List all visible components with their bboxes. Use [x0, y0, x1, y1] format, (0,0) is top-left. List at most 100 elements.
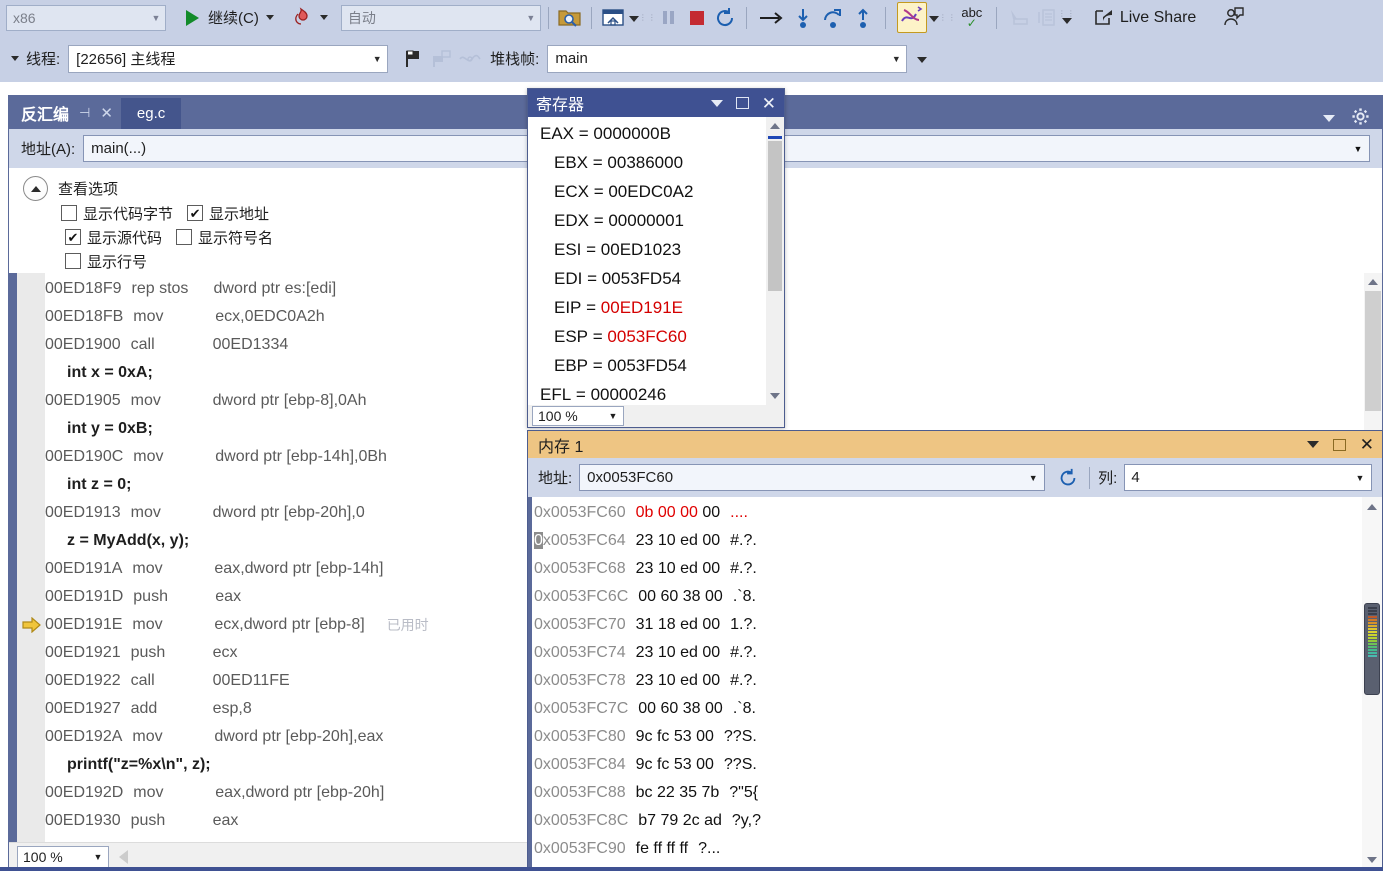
- memory-row[interactable]: 0x0053FC84 9c fc 53 00 ??S.: [528, 751, 1382, 779]
- toolbar-overflow-icon-2[interactable]: ⋮⋮: [939, 14, 956, 22]
- step-out-icon[interactable]: [848, 4, 878, 32]
- register-row[interactable]: EIP = 00ED191E: [528, 293, 784, 322]
- zoom-combo[interactable]: 100 % ▼: [17, 845, 109, 868]
- scroll-thumb-segment: [1367, 637, 1377, 639]
- chevron-up-icon[interactable]: [23, 176, 48, 201]
- chevron-down-icon[interactable]: ▼: [1022, 473, 1044, 483]
- checkbox-show-line-numbers[interactable]: [65, 253, 81, 269]
- register-row[interactable]: ESI = 00ED1023: [528, 235, 784, 264]
- debug-type-combo[interactable]: 自动 ▼: [340, 4, 541, 31]
- register-row[interactable]: EAX = 0000000B: [528, 119, 784, 148]
- memory-row[interactable]: 0x0053FC74 23 10 ed 00 #.?.: [528, 639, 1382, 667]
- registers-zoom-combo[interactable]: 100 % ▼: [532, 406, 624, 426]
- arrow-right-icon[interactable]: [754, 4, 788, 32]
- register-row[interactable]: ECX = 00EDC0A2: [528, 177, 784, 206]
- thread-combo[interactable]: [22656] 主线程 ▼: [68, 44, 389, 73]
- register-row[interactable]: ESP = 0053FC60: [528, 322, 784, 351]
- register-row[interactable]: EDX = 00000001: [528, 206, 784, 235]
- gear-icon[interactable]: [1351, 107, 1370, 129]
- share-icon[interactable]: [1090, 4, 1118, 32]
- chevron-down-icon[interactable]: ▼: [1349, 473, 1371, 483]
- scroll-down-icon[interactable]: [766, 387, 784, 405]
- memory-dump-area[interactable]: 0x0053FC60 0b 00 00 00.... 0x0053FC64 23 10…: [528, 497, 1382, 870]
- restart-icon[interactable]: [711, 4, 739, 32]
- step-over-icon[interactable]: [818, 4, 848, 32]
- step-into-icon[interactable]: [788, 4, 818, 32]
- memory-row[interactable]: 0x0053FC68 23 10 ed 00 #.?.: [528, 555, 1382, 583]
- pin-icon[interactable]: ⊣: [79, 105, 90, 121]
- pause-icon[interactable]: [655, 4, 683, 32]
- folder-search-icon[interactable]: [556, 4, 584, 32]
- parallel-watch-icon[interactable]: [456, 45, 484, 73]
- pointer-icon[interactable]: [1004, 4, 1032, 32]
- registers-scrollbar[interactable]: [766, 117, 784, 405]
- memory-row[interactable]: 0x0053FC6C 00 60 38 00 .`8.: [528, 583, 1382, 611]
- maximize-icon[interactable]: [735, 97, 749, 109]
- instruction-address: 00ED192D: [45, 784, 124, 801]
- memory-row[interactable]: 0x0053FC88 bc 22 35 7b ?"5{: [528, 779, 1382, 807]
- memory-columns-combo[interactable]: 4 ▼: [1124, 464, 1372, 491]
- scroll-thumb[interactable]: [768, 141, 782, 291]
- memory-row[interactable]: 0x0053FC7C 00 60 38 00 .`8.: [528, 695, 1382, 723]
- memory-row[interactable]: 0x0053FC60 0b 00 00 00....: [528, 499, 1382, 527]
- checkbox-show-symbol-names[interactable]: [176, 229, 193, 245]
- stack-frame-combo[interactable]: main ▼: [547, 44, 908, 73]
- register-row[interactable]: EBP = 0053FD54: [528, 351, 784, 380]
- tab-eg-c[interactable]: eg.c: [120, 98, 182, 129]
- continue-play-icon[interactable]: [178, 4, 206, 32]
- abc-check-icon[interactable]: abc ✓: [955, 4, 989, 32]
- memory-row[interactable]: 0x0053FC8C b7 79 2c ad ?y,?: [528, 807, 1382, 835]
- instruction-address: 00ED1913: [45, 504, 121, 521]
- memory-row[interactable]: 0x0053FC78 23 10 ed 00 #.?.: [528, 667, 1382, 695]
- continue-button[interactable]: 继续(C): [206, 4, 261, 32]
- scroll-up-icon[interactable]: [1364, 273, 1382, 291]
- chevron-down-icon[interactable]: [710, 99, 723, 107]
- toolbar-overflow-icon[interactable]: ⋮⋮: [639, 14, 656, 22]
- continue-dropdown-icon[interactable]: [261, 4, 279, 32]
- chevron-down-icon[interactable]: [1306, 441, 1319, 448]
- stop-icon[interactable]: [683, 4, 711, 32]
- memory-row[interactable]: 0x0053FC70 31 18 ed 00 1.?.: [528, 611, 1382, 639]
- memory-row[interactable]: 0x0053FC80 9c fc 53 00 ??S.: [528, 723, 1382, 751]
- checkbox-show-code-bytes[interactable]: [61, 205, 77, 221]
- register-row[interactable]: EBX = 00386000: [528, 148, 784, 177]
- register-value: 00ED191E: [600, 297, 684, 317]
- memory-row[interactable]: 0x0053FC90 fe ff ff ff?...: [528, 835, 1382, 863]
- window-home-icon[interactable]: [599, 4, 627, 32]
- memory-scrollbar[interactable]: [1362, 497, 1382, 870]
- flag-icon[interactable]: [400, 45, 428, 73]
- tab-disassembly[interactable]: 反汇编 ⊣ ✕: [9, 96, 121, 129]
- flags-icon[interactable]: [428, 45, 456, 73]
- scroll-left-icon[interactable]: [119, 849, 128, 864]
- compare-icon[interactable]: [1032, 4, 1060, 32]
- checkbox-show-address[interactable]: ✔: [187, 205, 204, 221]
- toolbar-options-icon[interactable]: [4, 45, 26, 73]
- scroll-down-icon[interactable]: [1362, 852, 1382, 868]
- scroll-up-icon[interactable]: [766, 117, 784, 135]
- hot-reload-dropdown-icon[interactable]: [315, 4, 333, 32]
- scroll-thumb[interactable]: [1364, 603, 1380, 695]
- account-icon[interactable]: [1220, 4, 1248, 32]
- chevron-down-icon[interactable]: [1323, 114, 1335, 122]
- checkbox-show-source[interactable]: ✔: [65, 229, 81, 245]
- scroll-thumb[interactable]: [1365, 291, 1381, 411]
- close-icon[interactable]: ✕: [762, 95, 776, 112]
- thread-toolbar-overflow-icon[interactable]: [915, 55, 929, 63]
- register-row[interactable]: EDI = 0053FD54: [528, 264, 784, 293]
- live-share-button[interactable]: Live Share: [1118, 4, 1199, 32]
- scroll-up-icon[interactable]: [1362, 499, 1382, 515]
- memory-row[interactable]: 0x0053FC64 23 10 ed 00 #.?.: [528, 527, 1382, 555]
- close-icon[interactable]: ✕: [100, 104, 113, 122]
- toolbar-overflow-icon-3[interactable]: ⋮⋮: [1058, 10, 1075, 24]
- chevron-down-icon[interactable]: ▼: [1347, 144, 1369, 154]
- threads-window-button[interactable]: [896, 2, 927, 33]
- instruction-mnemonic: push: [133, 588, 168, 605]
- close-icon[interactable]: ✕: [1360, 436, 1374, 453]
- registers-list-area[interactable]: EAX = 0000000B EBX = 00386000 ECX = 00EDC0…: [528, 117, 784, 405]
- register-row[interactable]: EFL = 00000246: [528, 380, 784, 405]
- maximize-icon[interactable]: [1332, 438, 1346, 451]
- fire-icon[interactable]: [287, 4, 315, 32]
- memory-address-input[interactable]: 0x0053FC60 ▼: [579, 464, 1046, 491]
- refresh-icon[interactable]: [1055, 467, 1081, 489]
- architecture-combo[interactable]: x86 ▼: [6, 4, 166, 31]
